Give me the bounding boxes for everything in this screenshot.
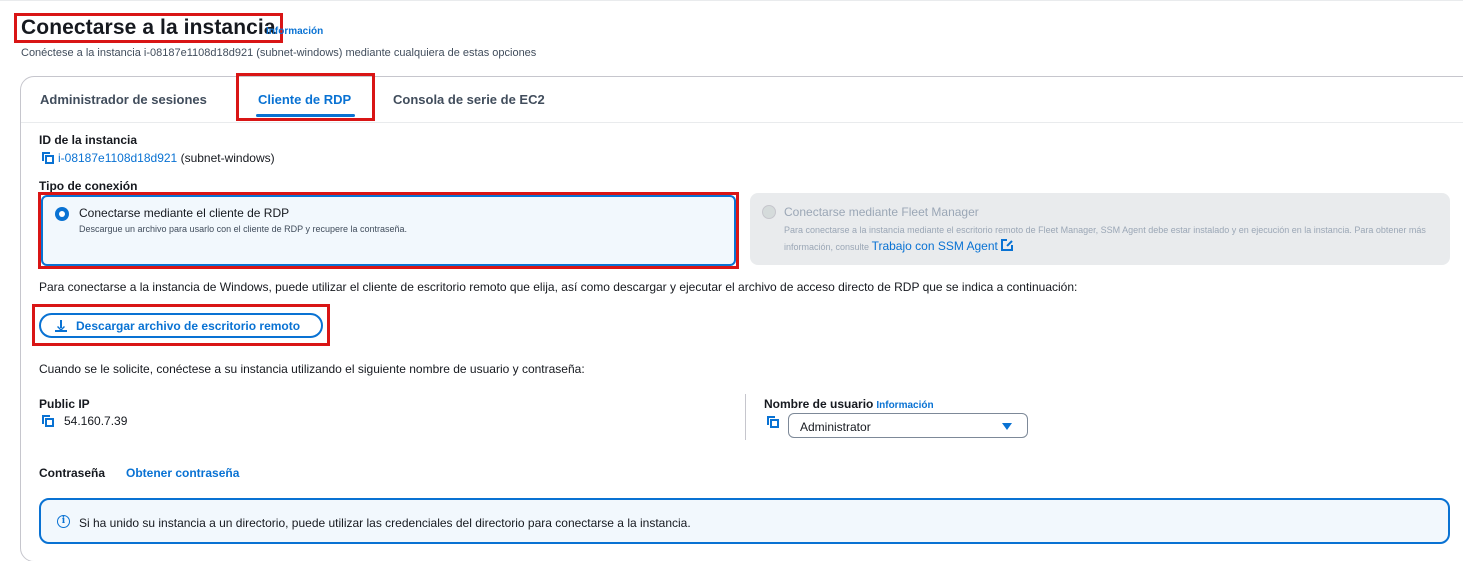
fleet-manager-title: Conectarse mediante Fleet Manager — [784, 205, 979, 219]
copy-icon[interactable] — [42, 415, 54, 427]
active-tab-indicator — [256, 114, 355, 117]
copy-icon[interactable] — [767, 416, 779, 428]
column-divider — [745, 394, 746, 440]
rdp-option-title: Conectarse mediante el cliente de RDP — [79, 206, 290, 220]
instance-id-value: i-08187e1108d18d921 (subnet-windows) — [58, 151, 275, 165]
username-info-link[interactable]: Información — [876, 400, 933, 411]
username-select[interactable]: Administrator — [788, 413, 1028, 438]
fleet-manager-description: Para conectarse a la instancia mediante … — [784, 222, 1434, 255]
rdp-client-option[interactable]: Conectarse mediante el cliente de RDP De… — [41, 195, 736, 266]
connection-type-label: Tipo de conexión — [39, 179, 138, 193]
tab-session-manager[interactable]: Administrador de sesiones — [40, 92, 207, 107]
radio-disabled-icon — [762, 205, 776, 219]
tab-bar: Administrador de sesiones Cliente de RDP… — [21, 73, 1463, 123]
page-subtitle: Conéctese a la instancia i-08187e1108d18… — [21, 47, 537, 59]
username-label-row: Nombre de usuario Información — [764, 397, 934, 411]
ssm-agent-link[interactable]: Trabajo con SSM Agent — [872, 239, 998, 253]
page-title: Conectarse a la instancia — [21, 16, 276, 39]
instance-name: (subnet-windows) — [180, 151, 275, 165]
alert-text: Si ha unido su instancia a un directorio… — [79, 516, 691, 530]
rdp-option-description: Descargue un archivo para usarlo con el … — [79, 224, 408, 234]
rdp-option-highlight: Conectarse mediante el cliente de RDP De… — [38, 192, 739, 269]
title-info-link[interactable]: Información — [266, 26, 323, 37]
username-select-value: Administrator — [800, 420, 871, 434]
tab-rdp-client[interactable]: Cliente de RDP — [258, 92, 351, 107]
external-link-icon — [1000, 239, 1013, 251]
rdp-instructions: Para conectarse a la instancia de Window… — [39, 280, 1078, 294]
fleet-manager-option: Conectarse mediante Fleet Manager Para c… — [750, 193, 1450, 265]
info-icon: i — [57, 515, 70, 528]
download-button-highlight: Descargar archivo de escritorio remoto — [32, 304, 330, 346]
tab-ec2-serial-console[interactable]: Consola de serie de EC2 — [393, 92, 545, 107]
public-ip-label: Public IP — [39, 397, 90, 411]
radio-selected-icon[interactable] — [55, 207, 69, 221]
page-title-frame: Conectarse a la instancia — [14, 13, 283, 43]
info-alert: i Si ha unido su instancia a un director… — [39, 498, 1450, 544]
password-label: Contraseña — [39, 466, 106, 480]
instance-id-label: ID de la instancia — [39, 133, 138, 147]
public-ip-value: 54.160.7.39 — [64, 414, 128, 428]
instance-id-link[interactable]: i-08187e1108d18d921 — [58, 151, 177, 165]
download-rdp-file-button[interactable]: Descargar archivo de escritorio remoto — [39, 313, 323, 338]
username-label: Nombre de usuario — [764, 397, 874, 411]
get-password-link[interactable]: Obtener contraseña — [126, 466, 239, 480]
caret-down-icon — [1002, 423, 1012, 430]
credentials-prompt: Cuando se le solicite, conéctese a su in… — [39, 362, 585, 376]
top-divider — [0, 0, 1463, 1]
download-icon — [55, 319, 67, 332]
download-button-label: Descargar archivo de escritorio remoto — [76, 318, 301, 333]
tab-rdp-highlight: Cliente de RDP — [236, 73, 375, 121]
copy-icon[interactable] — [42, 152, 54, 164]
